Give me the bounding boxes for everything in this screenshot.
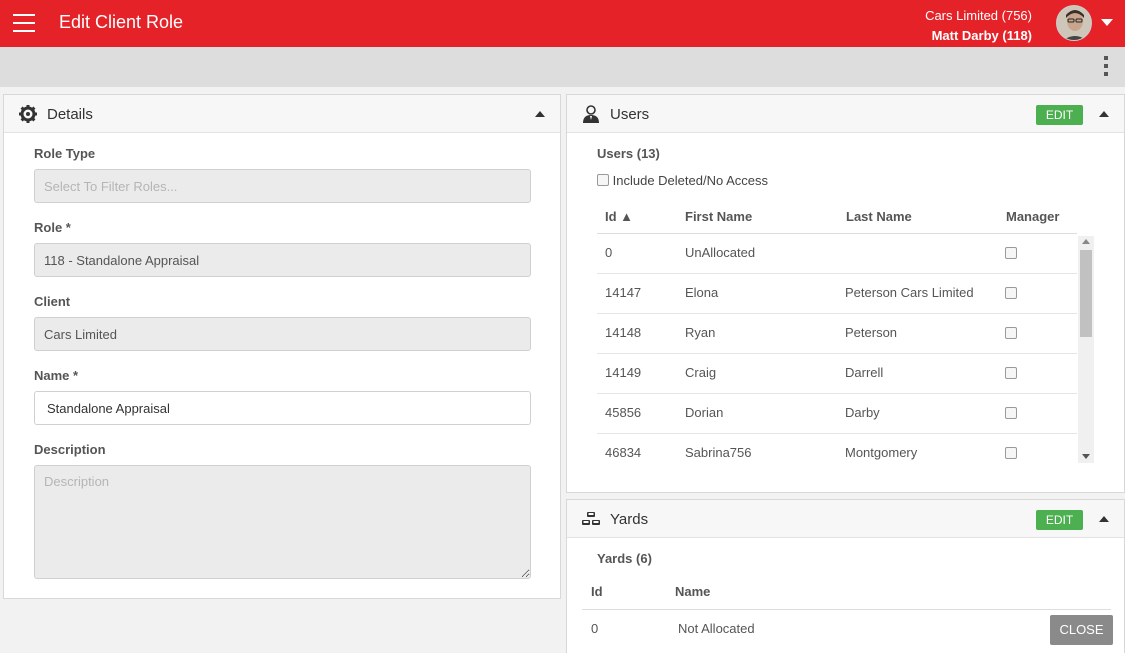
cell-id: 0	[605, 245, 613, 260]
cell-first-name: Craig	[685, 365, 717, 380]
cell-first-name: Sabrina756	[685, 445, 752, 460]
scroll-down-icon[interactable]	[1082, 454, 1090, 459]
yards-column-header-name[interactable]: Name	[675, 584, 710, 599]
users-panel-header: Users EDIT	[567, 95, 1124, 133]
users-rows[interactable]: 0 UnAllocated 14147 Elona Peterson Cars …	[597, 233, 1077, 460]
cell-id: 0	[591, 621, 599, 636]
cell-first-name: Elona	[685, 285, 719, 300]
role-field[interactable]	[34, 243, 531, 277]
include-deleted-checkbox[interactable]	[597, 174, 609, 186]
details-panel: Details Role Type Role * Client Name * D…	[3, 94, 561, 599]
cell-first-name: Dorian	[685, 405, 724, 420]
name-field[interactable]	[34, 391, 531, 425]
yards-count: Yards (6)	[597, 551, 652, 566]
collapse-details-icon[interactable]	[535, 111, 545, 117]
cell-first-name: UnAllocated	[685, 245, 756, 260]
column-header-first-name[interactable]: First Name	[685, 209, 752, 224]
column-header-id[interactable]: Id ▲	[605, 209, 633, 224]
avatar[interactable]	[1056, 5, 1092, 41]
cell-last-name: Darby	[845, 405, 880, 420]
edit-yards-button[interactable]: EDIT	[1036, 510, 1083, 530]
name-label: Name *	[34, 368, 79, 383]
cell-last-name: Peterson Cars Limited	[845, 285, 974, 300]
yards-panel: Yards EDIT Yards (6) Id Name 0 Not Alloc…	[566, 499, 1125, 653]
action-bar	[0, 47, 1125, 87]
client-label: Client	[34, 294, 71, 309]
collapse-users-icon[interactable]	[1099, 111, 1109, 117]
role-label: Role *	[34, 220, 71, 235]
cell-id: 46834	[605, 445, 642, 460]
details-title: Details	[47, 106, 93, 123]
cell-last-name: Peterson	[845, 325, 898, 340]
users-count: Users (13)	[597, 146, 660, 161]
table-row[interactable]: 46834 Sabrina756 Montgomery	[597, 434, 1077, 460]
yards-icon	[582, 512, 600, 525]
table-row[interactable]: 14148 Ryan Peterson	[597, 314, 1077, 354]
cell-id: 45856	[605, 405, 642, 420]
role-type-label: Role Type	[34, 146, 96, 161]
table-row[interactable]: 14147 Elona Peterson Cars Limited	[597, 274, 1077, 314]
manager-checkbox[interactable]	[1005, 447, 1017, 459]
edit-users-button[interactable]: EDIT	[1036, 105, 1083, 125]
yards-title: Yards	[610, 511, 649, 528]
cell-id: 14147	[605, 285, 642, 300]
account-info[interactable]: Cars Limited (756) Matt Darby (118)	[925, 6, 1032, 46]
cell-id: 14149	[605, 365, 642, 380]
manager-checkbox[interactable]	[1005, 247, 1017, 259]
user-icon	[583, 105, 599, 123]
cell-id: 14148	[605, 325, 642, 340]
account-company: Cars Limited (756)	[925, 8, 1032, 23]
table-row[interactable]: 0 UnAllocated	[597, 234, 1077, 274]
gear-icon	[19, 105, 37, 123]
users-panel: Users EDIT Users (13) Include Deleted/No…	[566, 94, 1125, 493]
menu-icon[interactable]	[13, 14, 35, 32]
manager-checkbox[interactable]	[1005, 367, 1017, 379]
cell-name: Not Allocated	[678, 621, 755, 636]
description-label: Description	[34, 442, 106, 457]
yards-column-header-id[interactable]: Id	[591, 584, 603, 599]
column-header-manager[interactable]: Manager	[1006, 209, 1059, 224]
user-avatar-icon	[1057, 6, 1091, 40]
include-deleted-option[interactable]: Include Deleted/No Access	[597, 173, 768, 188]
table-row[interactable]: 14149 Craig Darrell	[597, 354, 1077, 394]
page-title: Edit Client Role	[59, 12, 184, 32]
account-user: Matt Darby (118)	[931, 28, 1032, 43]
top-bar: Edit Client Role Cars Limited (756) Matt…	[0, 0, 1125, 47]
details-panel-header: Details	[4, 95, 560, 133]
table-row[interactable]: 45856 Dorian Darby	[597, 394, 1077, 434]
column-header-last-name[interactable]: Last Name	[846, 209, 912, 224]
users-scrollbar[interactable]	[1078, 236, 1094, 463]
client-field[interactable]	[34, 317, 531, 351]
role-type-input[interactable]	[34, 169, 531, 203]
scroll-up-icon[interactable]	[1082, 239, 1090, 244]
account-dropdown-icon[interactable]	[1101, 19, 1113, 26]
description-field[interactable]	[34, 465, 531, 579]
collapse-yards-icon[interactable]	[1099, 516, 1109, 522]
cell-last-name: Montgomery	[845, 445, 918, 460]
cell-last-name: Darrell	[845, 365, 884, 380]
table-row[interactable]: 0 Not Allocated	[582, 610, 1111, 648]
users-title: Users	[610, 106, 650, 123]
more-options-icon[interactable]	[1101, 56, 1111, 78]
include-deleted-label: Include Deleted/No Access	[612, 173, 768, 188]
manager-checkbox[interactable]	[1005, 287, 1017, 299]
cell-first-name: Ryan	[685, 325, 716, 340]
manager-checkbox[interactable]	[1005, 407, 1017, 419]
manager-checkbox[interactable]	[1005, 327, 1017, 339]
yards-panel-header: Yards EDIT	[567, 500, 1124, 538]
close-button[interactable]: CLOSE	[1050, 615, 1113, 645]
scrollbar-thumb[interactable]	[1080, 250, 1092, 337]
